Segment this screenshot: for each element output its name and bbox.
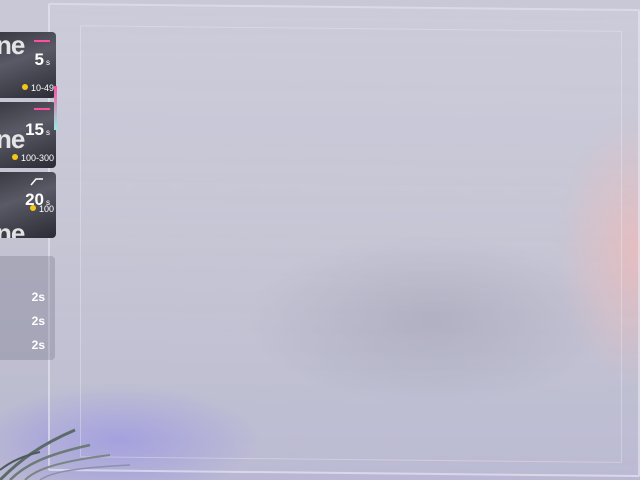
tip-menu-item[interactable]: 20 s 100 ne — [0, 172, 56, 238]
tip-item-background-text: ne — [0, 32, 25, 60]
tip-menu-panel: ne 5 s 10-49 ne 15 s 100-300 20 s 100 ne… — [0, 0, 57, 480]
coin-icon — [29, 205, 36, 211]
queue-item-duration: 2s — [31, 290, 45, 304]
tip-item-background-text: ne — [0, 124, 25, 154]
accent-line — [34, 40, 50, 42]
tip-queue: 2s 2s 2s — [0, 256, 55, 360]
coin-icon — [21, 84, 28, 90]
tip-item-range-text: 10-49 — [30, 83, 54, 93]
accent-line — [34, 108, 50, 110]
queue-item-duration: 2s — [31, 338, 45, 352]
tip-item-duration-unit: s — [46, 128, 50, 137]
menu-accent-bar — [54, 86, 57, 130]
tip-item-range: 100-300 — [11, 153, 54, 163]
queue-item-duration: 2s — [31, 314, 45, 328]
tip-item-range: 10-49 — [21, 83, 54, 93]
tip-item-duration: 15 — [25, 120, 44, 139]
video-stream: ne 5 s 10-49 ne 15 s 100-300 20 s 100 ne… — [0, 0, 640, 480]
coin-icon — [11, 154, 18, 160]
trend-icon — [30, 178, 43, 186]
tip-item-range-text: 100-300 — [20, 153, 54, 163]
tip-item-range: 100 — [29, 204, 54, 214]
tip-menu-item[interactable]: ne 15 s 100-300 — [0, 102, 56, 168]
tip-item-range-text: 100 — [38, 204, 54, 214]
tip-item-duration-unit: s — [46, 58, 50, 67]
whiteboard — [48, 2, 640, 478]
tip-menu-item[interactable]: ne 5 s 10-49 — [0, 32, 56, 98]
tip-item-duration: 5 — [34, 50, 44, 69]
tip-item-background-text: ne — [0, 218, 25, 238]
whiteboard-frame — [80, 25, 622, 463]
